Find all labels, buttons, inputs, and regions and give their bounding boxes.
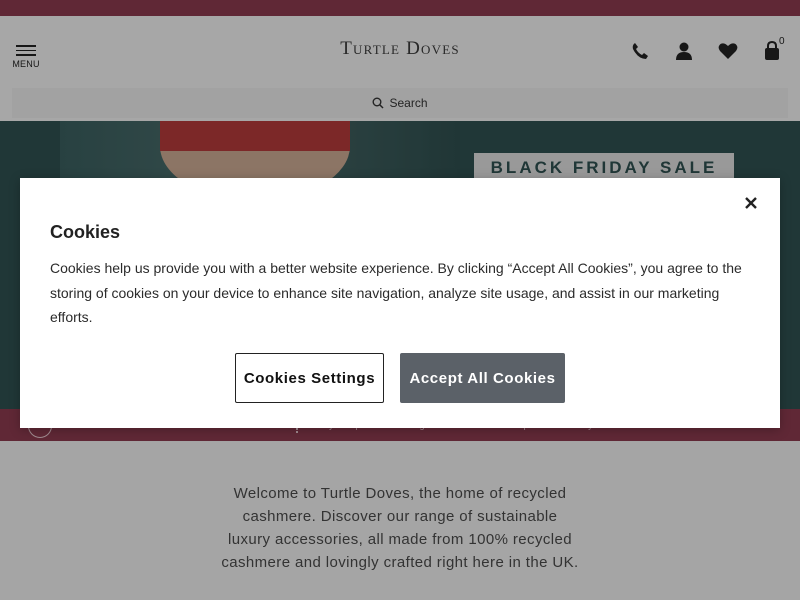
close-icon[interactable] — [740, 192, 762, 214]
cookies-settings-button[interactable]: Cookies Settings — [235, 353, 384, 403]
cookie-dialog: Cookies Cookies help us provide you with… — [20, 178, 780, 428]
cookie-dialog-body: Cookies help us provide you with a bette… — [50, 260, 742, 325]
cookie-dialog-title: Cookies — [50, 222, 121, 242]
accept-all-cookies-button[interactable]: Accept All Cookies — [400, 353, 565, 403]
